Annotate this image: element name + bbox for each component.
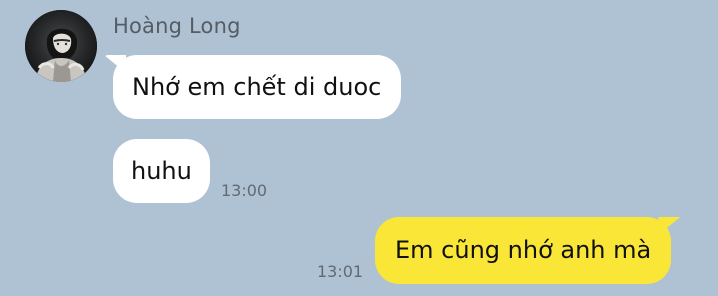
message-text: huhu bbox=[131, 157, 192, 185]
profile-photo-icon bbox=[25, 10, 97, 82]
contact-avatar[interactable] bbox=[25, 10, 97, 82]
message-bubble-incoming[interactable]: Nhớ em chết di duoc bbox=[113, 55, 402, 119]
message-timestamp: 13:01 bbox=[317, 262, 364, 281]
message-text: Nhớ em chết di duoc bbox=[132, 73, 382, 101]
chat-conversation: Hoàng Long Nhớ em chết di duoc huhu 13:0… bbox=[0, 0, 718, 296]
message-timestamp: 13:00 bbox=[221, 181, 268, 200]
message-bubble-outgoing[interactable]: Em cũng nhớ anh mà bbox=[375, 217, 672, 284]
contact-name: Hoàng Long bbox=[113, 14, 241, 38]
message-text: Em cũng nhớ anh mà bbox=[395, 236, 652, 264]
message-bubble-incoming[interactable]: huhu bbox=[113, 139, 210, 203]
